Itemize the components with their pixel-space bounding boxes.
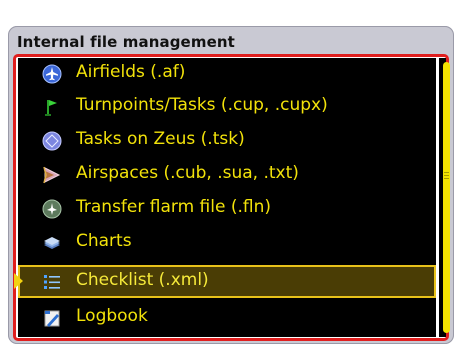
flarm-icon	[42, 199, 62, 219]
airfield-icon	[42, 64, 62, 84]
list-item-charts[interactable]: Charts	[18, 226, 436, 259]
list-item-airspaces[interactable]: Airspaces (.cub, .sua, .txt)	[18, 158, 436, 191]
flag-icon	[45, 100, 57, 116]
list-item-label: Airfields (.af)	[76, 62, 186, 82]
list-item-label: Tasks on Zeus (.tsk)	[76, 129, 245, 149]
airspace-icon	[43, 166, 61, 184]
panel-title: Internal file management	[17, 33, 235, 51]
list-item-label: Logbook	[76, 306, 148, 326]
list-item-label: Checklist (.xml)	[76, 270, 209, 290]
checklist-icon	[44, 275, 60, 289]
list-item-label: Charts	[76, 231, 132, 251]
list-item-logbook[interactable]: Logbook	[18, 301, 436, 334]
list-item-flarm[interactable]: Transfer flarm file (.fln)	[18, 192, 436, 225]
list-item-checklist[interactable]: Checklist (.xml)	[14, 265, 436, 298]
scrollbar-thumb[interactable]	[443, 62, 450, 333]
selection-arrow-icon	[14, 273, 23, 289]
scrollbar-grip	[444, 178, 449, 179]
file-management-window: Internal file management Airfields (.af)…	[0, 0, 462, 351]
charts-icon	[44, 237, 60, 249]
scrollbar-grip	[444, 172, 449, 173]
list-item-label: Airspaces (.cub, .sua, .txt)	[76, 163, 299, 183]
list-item-label: Turnpoints/Tasks (.cup, .cupx)	[76, 95, 328, 115]
list-item-tasks-zeus[interactable]: Tasks on Zeus (.tsk)	[18, 124, 436, 157]
scrollbar-grip	[444, 175, 449, 176]
list-item-label: Transfer flarm file (.fln)	[76, 197, 271, 217]
list-item-airfields[interactable]: Airfields (.af)	[18, 57, 436, 90]
list-item-turnpoints[interactable]: Turnpoints/Tasks (.cup, .cupx)	[18, 90, 436, 123]
task-icon	[42, 131, 62, 151]
logbook-icon	[44, 310, 60, 327]
